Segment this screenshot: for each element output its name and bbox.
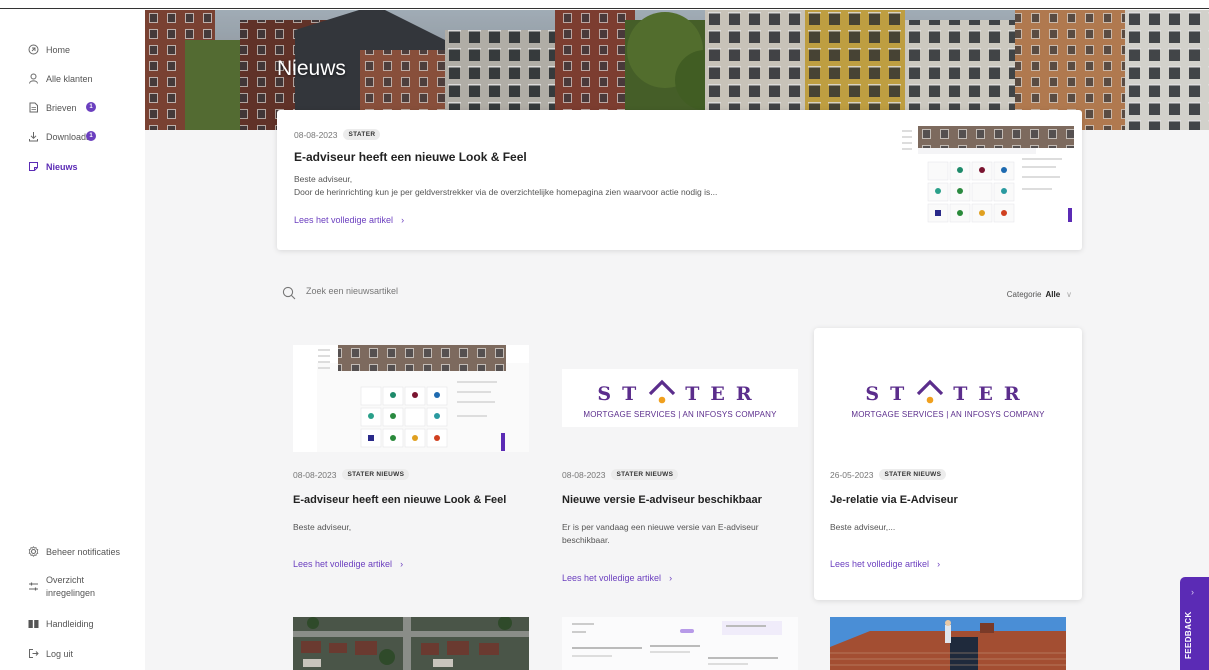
download-icon [28,131,39,142]
read-more-label: Lees het volledige artikel [562,573,662,583]
sidebar-item-label: Brieven [46,102,77,113]
home-icon [28,44,39,55]
read-more-label: Lees het volledige artikel [294,215,394,225]
featured-tag: STATER [343,129,381,140]
news-card[interactable]: ST TER MORTGAGE SERVICES | AN INFOSYS CO… [546,328,814,600]
news-card[interactable]: ST TER MORTGAGE SERVICES | AN INFOSYS CO… [814,328,1082,600]
featured-date: 08-08-2023 [294,129,338,140]
category-label: Categorie [1006,290,1042,299]
brieven-count-badge: 1 [86,102,96,112]
page-title: Nieuws [277,57,346,80]
featured-excerpt-line1: Beste adviseur, [294,174,353,184]
sidebar-item-label: Handleiding [46,618,94,629]
chevron-right-icon: › [401,215,405,225]
news-card-tag: STATER NIEUWS [611,469,679,480]
featured-thumbnail [900,126,1074,224]
sidebar-item-downloads[interactable]: Downloads [28,131,91,142]
chevron-right-icon: › [937,559,941,569]
news-card-tag: STATER NIEUWS [879,469,947,480]
news-card-title: E-adviseur heeft een nieuwe Look & Feel [293,494,507,506]
category-filter-dropdown[interactable]: Categorie Alle ∨ [1007,290,1072,299]
chevron-right-icon: › [400,559,404,569]
news-card-meta: 08-08-2023 STATER NIEUWS [562,469,679,480]
chevron-right-icon: › [1191,587,1194,597]
user-icon [28,73,39,84]
sliders-icon [28,581,39,592]
sidebar-item-label: Downloads [46,131,91,142]
sidebar-item-overzicht-inregelingen[interactable]: Overzicht inregelingen [28,574,95,600]
read-more-label: Lees het volledige artikel [830,559,930,569]
main-content: Nieuws 08-08-2023 STATER E-adviseur heef… [145,10,1209,670]
gear-icon [28,546,39,557]
news-card-date: 08-08-2023 [562,469,606,480]
logout-icon [28,648,39,659]
news-card-meta: 08-08-2023 STATER NIEUWS [293,469,410,480]
sidebar-item-label-line1: Overzicht [46,575,85,585]
featured-read-more-link[interactable]: Lees het volledige artikel › [294,215,404,225]
stater-logo: ST TER MORTGAGE SERVICES | AN INFOSYS CO… [562,369,798,427]
chevron-right-icon: › [669,573,673,583]
stater-logo: ST TER MORTGAGE SERVICES | AN INFOSYS CO… [830,369,1066,427]
news-card-read-more-link[interactable]: Lees het volledige artikel › [562,573,672,583]
news-card-thumbnail: ST TER MORTGAGE SERVICES | AN INFOSYS CO… [830,345,1066,452]
category-value: Alle [1045,290,1061,299]
featured-meta: 08-08-2023 STATER [294,129,381,140]
book-icon [28,618,39,629]
news-card-thumbnail: ST TER MORTGAGE SERVICES | AN INFOSYS CO… [562,345,798,452]
news-card-excerpt: Beste adviseur,... [830,522,896,532]
sidebar-item-label: Beheer notificaties [46,546,121,557]
document-icon [28,102,39,113]
news-card[interactable]: 08-08-2023 STATER NIEUWS E-adviseur heef… [277,328,545,600]
sidebar-item-label: Log uit [46,648,74,659]
news-card-excerpt: Er is per vandaag een nieuwe versie van … [562,522,759,545]
sidebar-item-handleiding[interactable]: Handleiding [28,618,94,629]
sidebar-item-label: Alle klanten [46,73,93,84]
news-card-thumbnail-aerial[interactable] [293,617,529,670]
featured-excerpt: Beste adviseur, Door de herinrichting ku… [294,173,717,199]
sidebar-item-brieven[interactable]: Brieven [28,102,77,113]
sidebar-item-label-line2: inregelingen [46,588,96,598]
read-more-label: Lees het volledige artikel [293,559,393,569]
sidebar-item-home[interactable]: Home [28,44,70,55]
feedback-tab[interactable]: › FEEDBACK [1180,577,1209,670]
sidebar-item-nieuws[interactable]: Nieuws [28,161,78,172]
feedback-label: FEEDBACK [1184,611,1193,659]
chevron-down-icon: ∨ [1066,290,1072,299]
news-card-title: Nieuwe versie E-adviseur beschikbaar [562,494,762,506]
news-card-date: 26-05-2023 [830,469,874,480]
sidebar-item-alle-klanten[interactable]: Alle klanten [28,73,93,84]
news-card-title: Je-relatie via E-Adviseur [830,494,958,506]
news-card-meta: 26-05-2023 STATER NIEUWS [830,469,947,480]
featured-title: E-adviseur heeft een nieuwe Look & Feel [294,150,527,164]
window-top-bar [0,0,1209,9]
news-card-thumbnail-solar-roof[interactable] [830,617,1066,670]
news-card-thumbnail-app[interactable] [562,617,798,670]
search-input[interactable] [306,286,706,296]
news-card-read-more-link[interactable]: Lees het volledige artikel › [830,559,940,569]
news-card-read-more-link[interactable]: Lees het volledige artikel › [293,559,403,569]
news-search-bar: Categorie Alle ∨ [277,284,1082,304]
sidebar-item-log-uit[interactable]: Log uit [28,648,73,659]
news-card-tag: STATER NIEUWS [342,469,410,480]
news-icon [28,161,39,172]
news-card-excerpt: Beste adviseur, [293,522,352,532]
sidebar-item-label: Home [46,44,71,55]
sidebar-item-label: Nieuws [46,161,78,172]
sidebar: Home Alle klanten Brieven 1 Downloads 1 … [0,10,145,670]
downloads-count-badge: 1 [86,131,96,141]
featured-article-card[interactable]: 08-08-2023 STATER E-adviseur heeft een n… [277,110,1082,250]
news-card-thumbnail [293,345,529,452]
news-card-date: 08-08-2023 [293,469,337,480]
search-icon [282,286,296,305]
sidebar-item-beheer-notificaties[interactable]: Beheer notificaties [28,546,120,557]
featured-excerpt-line2: Door de herinrichting kun je per geldver… [294,187,718,197]
